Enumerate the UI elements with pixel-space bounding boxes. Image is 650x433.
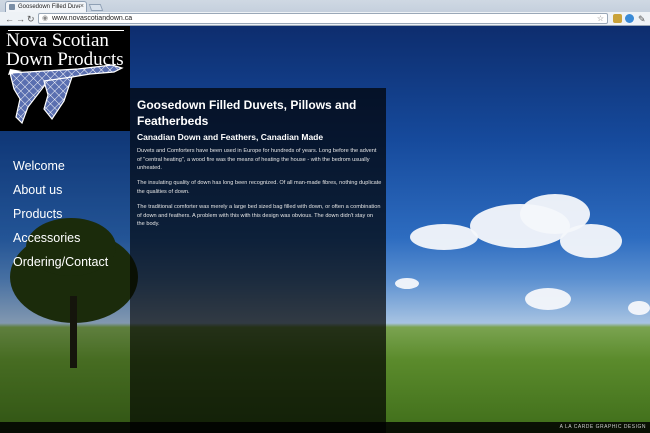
nav-item-ordering-contact[interactable]: Ordering/Contact <box>13 254 108 270</box>
cloud <box>628 301 650 315</box>
browser-toolbar: ← → ↻ ◉ www.novascotiandown.ca ☆ ✎ <box>0 12 650 26</box>
logo-text-line1: Nova Scotian <box>6 30 109 51</box>
cloud <box>410 224 478 250</box>
new-tab-button[interactable] <box>88 4 104 11</box>
forward-icon[interactable]: → <box>16 13 25 25</box>
back-icon[interactable]: ← <box>5 13 14 25</box>
reload-icon[interactable]: ↻ <box>27 13 35 25</box>
paragraph-traditional: The traditional comforter was merely a l… <box>137 204 381 228</box>
paragraph-insulating: The insulating quality of down has long … <box>137 180 382 195</box>
nav-item-welcome[interactable]: Welcome <box>13 158 65 174</box>
browser-chrome: Goosedown Filled Duvets, P × ← → ↻ ◉ www… <box>0 0 650 26</box>
web-page: Nova Scotian Down Products Welcome About… <box>0 26 650 433</box>
extension-icon[interactable] <box>613 14 622 23</box>
sidebar-nav: Welcome About us Products Accessories Or… <box>0 131 130 433</box>
footer-bar: A LA CARDE GRAPHIC DESIGN <box>0 422 650 433</box>
bookmark-star-icon[interactable]: ☆ <box>597 14 604 23</box>
favicon-icon <box>9 4 15 10</box>
cloud <box>525 288 571 310</box>
content-panel: Goosedown Filled Duvets, Pillows and Fea… <box>130 88 386 433</box>
url-text: www.novascotiandown.ca <box>52 15 133 22</box>
cloud <box>395 278 419 289</box>
tab-close-icon[interactable]: × <box>80 2 84 12</box>
nav-item-accessories[interactable]: Accessories <box>13 230 80 246</box>
page-icon: ◉ <box>42 15 49 22</box>
page-title: Goosedown Filled Duvets, Pillows and Fea… <box>137 98 357 128</box>
wrench-icon[interactable]: ✎ <box>638 13 646 25</box>
page-subtitle: Canadian Down and Feathers, Canadian Mad… <box>137 132 324 142</box>
nav-item-products[interactable]: Products <box>13 206 62 222</box>
address-bar[interactable]: ◉ www.novascotiandown.ca ☆ <box>38 13 608 24</box>
cloud <box>560 224 622 258</box>
designer-credit[interactable]: A LA CARDE GRAPHIC DESIGN <box>560 422 646 433</box>
browser-tab[interactable]: Goosedown Filled Duvets, P × <box>5 1 87 12</box>
paragraph-history: Duvets and Comforters have been used in … <box>137 148 377 172</box>
site-logo[interactable]: Nova Scotian Down Products <box>0 26 130 131</box>
nav-item-about-us[interactable]: About us <box>13 182 62 198</box>
tab-title: Goosedown Filled Duvets, P <box>18 4 80 10</box>
extension-icon[interactable] <box>625 14 634 23</box>
goose-icon <box>8 64 124 125</box>
